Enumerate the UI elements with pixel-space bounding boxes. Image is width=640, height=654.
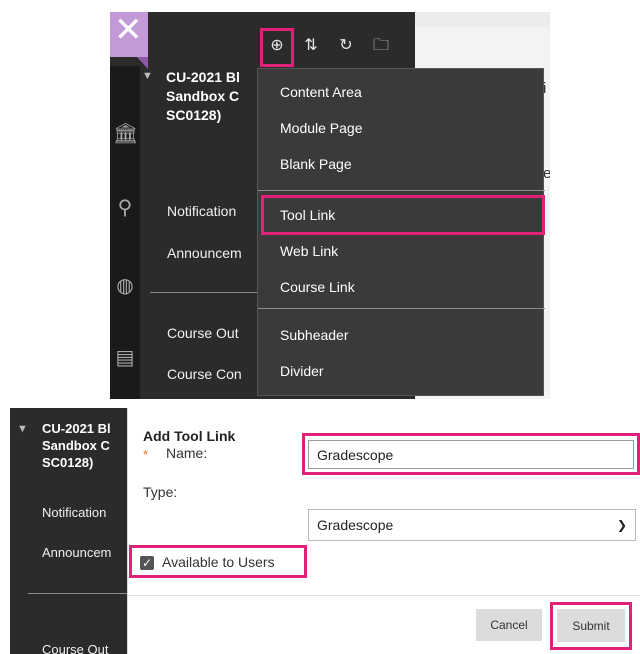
cancel-button-label: Cancel xyxy=(490,618,528,632)
available-label: Available to Users xyxy=(162,554,275,570)
menu-item-subheader[interactable]: Subheader xyxy=(280,326,349,344)
submit-button-label: Submit xyxy=(572,618,610,633)
menu-item-content-area[interactable]: Content Area xyxy=(280,83,362,101)
add-tool-link-form: Add Tool Link * Name: Gradescope Type: G… xyxy=(127,408,640,654)
panel-fold xyxy=(137,57,148,69)
course-title-line: CU-2021 Bl xyxy=(166,69,240,85)
cancel-button[interactable]: Cancel xyxy=(476,609,542,641)
name-label: Name: xyxy=(166,445,208,461)
course-title-line: Sandbox C xyxy=(166,88,240,104)
nav-item-course-outline[interactable]: Course Out xyxy=(167,325,262,341)
menu-item-module-page[interactable]: Module Page xyxy=(280,119,363,137)
close-menu-button[interactable]: ✕ xyxy=(110,12,148,57)
type-select-value: Gradescope xyxy=(317,517,394,533)
nav-divider xyxy=(150,292,260,293)
submit-button[interactable]: Submit xyxy=(557,609,625,642)
chevron-down-icon: ❯ xyxy=(616,518,627,532)
nav-item-course-content[interactable]: Course Con xyxy=(167,366,262,382)
course-title-line: SC0128) xyxy=(166,107,222,123)
menu-divider xyxy=(258,190,545,191)
content-peek-text: e xyxy=(543,165,550,182)
menu-item-blank-page[interactable]: Blank Page xyxy=(280,155,352,173)
refresh-icon[interactable]: ↻ xyxy=(336,36,356,56)
collapse-caret-icon[interactable]: ▼ xyxy=(17,423,28,435)
globe-icon[interactable]: ◍ xyxy=(113,274,137,298)
folder-icon[interactable]: 🗀 xyxy=(371,36,391,56)
menu-item-divider[interactable]: Divider xyxy=(280,362,324,380)
menu-divider xyxy=(258,308,545,309)
collapse-caret-icon[interactable]: ▼ xyxy=(142,70,153,82)
name-input-value: Gradescope xyxy=(317,446,394,463)
nav-item-announcements[interactable]: Announcem xyxy=(42,545,124,560)
top-screenshot: ✕ ⊕ ⇅ ↻ 🗀 🏛 ⚲ ◍ ▤ ▼ CU-2021 Bl Sandbox C… xyxy=(110,12,550,399)
course-title[interactable]: CU-2021 Bl Sandbox C SC0128) xyxy=(42,420,124,471)
form-footer-divider xyxy=(128,595,640,596)
nav-item-notifications[interactable]: Notification xyxy=(42,505,124,520)
tool-link-highlight xyxy=(261,195,545,235)
name-input[interactable]: Gradescope xyxy=(308,440,634,469)
nav-item-notifications[interactable]: Notification xyxy=(167,203,262,219)
type-select[interactable]: Gradescope ❯ xyxy=(308,509,636,541)
institution-icon[interactable]: 🏛 xyxy=(113,122,138,146)
nav-divider xyxy=(28,593,128,594)
document-icon[interactable]: ▤ xyxy=(113,346,137,370)
course-title[interactable]: CU-2021 Bl Sandbox C SC0128) xyxy=(166,68,261,125)
nav-item-course-outline[interactable]: Course Out xyxy=(42,642,124,654)
menu-item-web-link[interactable]: Web Link xyxy=(280,242,338,260)
course-title-line: CU-2021 Bl xyxy=(42,421,111,436)
add-button-highlight xyxy=(260,28,294,67)
available-checkbox[interactable]: ✓ xyxy=(140,556,154,570)
menu-item-course-link[interactable]: Course Link xyxy=(280,278,355,296)
content-top-bar xyxy=(415,12,550,27)
close-icon: ✕ xyxy=(114,12,143,49)
type-label: Type: xyxy=(143,484,178,500)
form-title: Add Tool Link xyxy=(143,428,236,444)
course-title-line: Sandbox C xyxy=(42,438,110,453)
search-icon[interactable]: ⚲ xyxy=(113,196,137,220)
add-menu-dropdown: Content Area Module Page Blank Page Tool… xyxy=(257,68,545,396)
reorder-icon[interactable]: ⇅ xyxy=(301,36,321,56)
course-title-line: SC0128) xyxy=(42,455,94,470)
required-indicator: * xyxy=(143,447,149,462)
nav-item-announcements[interactable]: Announcem xyxy=(167,245,262,261)
